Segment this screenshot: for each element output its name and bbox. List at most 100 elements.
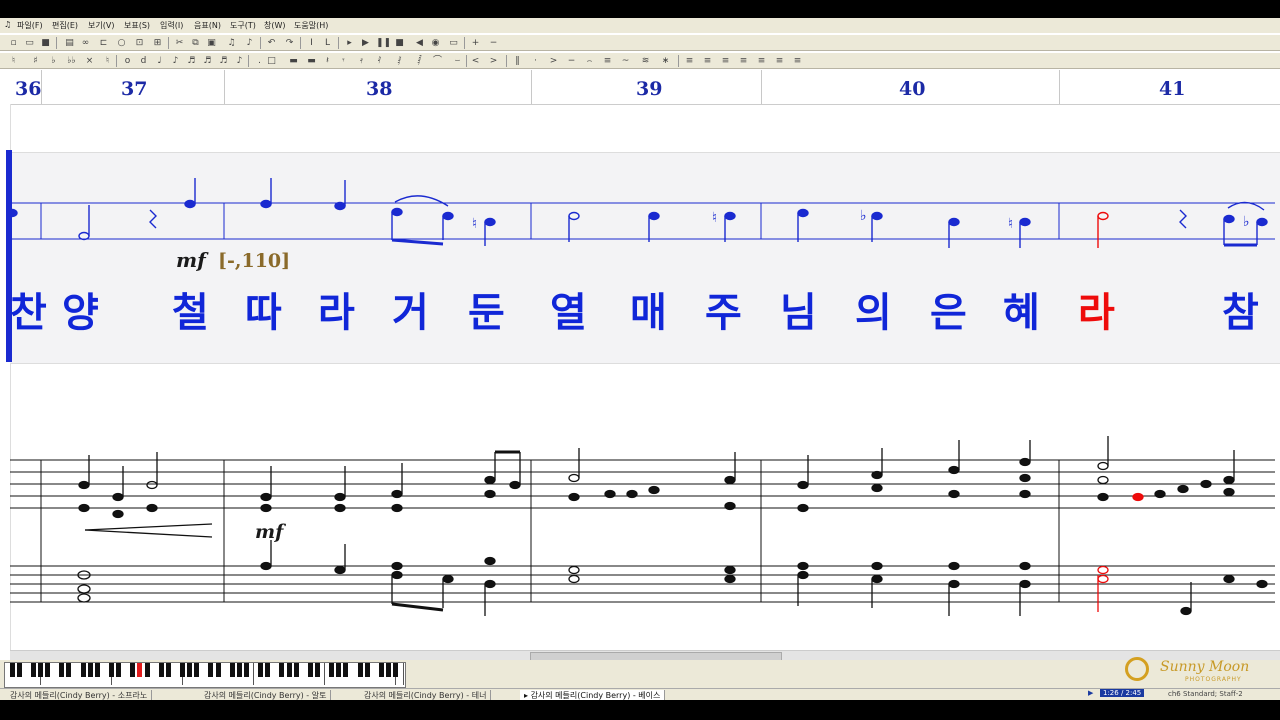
lyric-syllable[interactable]: 참	[1222, 280, 1259, 338]
piano-keyboard[interactable]	[4, 662, 406, 688]
piano-black-key[interactable]	[16, 663, 22, 677]
lyric-syllable[interactable]: 혜	[1003, 280, 1040, 338]
piano-black-key[interactable]	[158, 663, 164, 677]
piano-black-key[interactable]	[94, 663, 100, 677]
tab-bass-label: 감사의 메들리(Cindy Berry) - 베이스	[530, 691, 661, 700]
lyric-syllable[interactable]: 라	[318, 280, 355, 338]
piano-black-key[interactable]	[279, 663, 285, 677]
piano-black-key[interactable]	[357, 663, 363, 677]
dynamic-mark[interactable]: mf	[255, 521, 283, 543]
lyric-syllable[interactable]: 의	[855, 280, 892, 338]
vocal-note	[334, 201, 346, 211]
piano-black-key-active[interactable]	[137, 663, 143, 677]
watermark-logo: Sunny Moon PHOTOGRAPHY	[1125, 655, 1275, 687]
letterbox-bottom	[0, 700, 1280, 720]
piano-black-key[interactable]	[343, 663, 349, 677]
tab-soprano[interactable]: 감사의 메들리(Cindy Berry) - 소프라노	[6, 690, 153, 700]
lyric-syllable[interactable]: 주	[705, 280, 742, 338]
piano-black-key[interactable]	[194, 663, 200, 677]
dynamic-mark[interactable]: mf	[176, 248, 206, 272]
piano-black-key[interactable]	[165, 663, 171, 677]
vocal-note	[184, 199, 196, 209]
vocal-note	[1019, 217, 1031, 227]
vocal-rest	[149, 209, 157, 229]
piano-barlines	[40, 460, 1060, 602]
logo-subtitle: PHOTOGRAPHY	[1185, 676, 1242, 683]
vocal-note	[724, 211, 736, 221]
tempo-mark[interactable]: [-,110]	[218, 250, 290, 272]
tab-alto[interactable]: 감사의 메들리(Cindy Berry) - 알토	[200, 690, 332, 700]
piano-black-key[interactable]	[393, 663, 398, 677]
piano-black-key[interactable]	[116, 663, 122, 677]
piano-black-key[interactable]	[187, 663, 193, 677]
piano-black-key[interactable]	[130, 663, 136, 677]
vocal-staff	[10, 202, 1275, 240]
vocal-current-note	[1097, 211, 1109, 248]
natural-sign: ♮	[472, 216, 477, 232]
vocal-note	[260, 199, 272, 209]
lyric-syllable[interactable]: 찬	[10, 280, 47, 338]
piano-black-key[interactable]	[66, 663, 72, 677]
piano-black-key[interactable]	[144, 663, 150, 677]
tab-tenor[interactable]: 감사의 메들리(Cindy Berry) - 테너	[360, 690, 492, 700]
piano-black-key[interactable]	[87, 663, 93, 677]
piano-lower-staff	[10, 565, 1275, 603]
lyric-syllable-current[interactable]: 라	[1078, 280, 1115, 338]
piano-black-key[interactable]	[59, 663, 65, 677]
piano-black-key[interactable]	[45, 663, 51, 677]
lyric-syllable[interactable]: 둔	[468, 280, 505, 338]
vocal-rest	[1179, 209, 1187, 229]
lyric-syllable[interactable]: 철	[172, 280, 209, 338]
lyric-syllable[interactable]: 매	[630, 280, 667, 338]
play-position-icon: ▶	[1088, 689, 1094, 697]
piano-black-key[interactable]	[243, 663, 249, 677]
piano-black-key[interactable]	[258, 663, 264, 677]
vocal-note	[797, 208, 809, 218]
piano-black-key[interactable]	[385, 663, 391, 677]
vocal-note	[1256, 217, 1268, 227]
vocal-note	[1223, 214, 1235, 224]
piano-black-key[interactable]	[329, 663, 335, 677]
score-editor-window: ♫ 파일(F) 편집(E) 보기(V) 보표(S) 입력(I) 음표(N) 도구…	[0, 0, 1280, 720]
piano-black-key[interactable]	[364, 663, 370, 677]
piano-black-key[interactable]	[336, 663, 342, 677]
piano-black-key[interactable]	[265, 663, 271, 677]
vocal-note	[391, 207, 403, 217]
lyric-syllable[interactable]: 거	[392, 280, 429, 338]
vocal-note	[871, 211, 883, 221]
natural-sign: ♮	[712, 210, 717, 226]
piano-black-key[interactable]	[229, 663, 235, 677]
piano-black-key[interactable]	[30, 663, 36, 677]
vocal-note	[568, 211, 580, 221]
piano-black-key[interactable]	[80, 663, 86, 677]
piano-black-key[interactable]	[378, 663, 384, 677]
lyric-syllable[interactable]: 열	[550, 280, 587, 338]
piano-black-key[interactable]	[208, 663, 214, 677]
piano-black-key[interactable]	[180, 663, 185, 677]
natural-sign: ♮	[1008, 216, 1013, 232]
piano-black-key[interactable]	[307, 663, 313, 677]
piano-black-key[interactable]	[314, 663, 320, 677]
piano-black-key[interactable]	[109, 663, 114, 677]
piano-black-key[interactable]	[286, 663, 292, 677]
lyric-syllable[interactable]: 님	[780, 280, 817, 338]
playback-time: 1:26 / 2:45	[1100, 689, 1145, 697]
tab-bass[interactable]: ▸ 감사의 메들리(Cindy Berry) - 베이스	[520, 690, 666, 700]
vocal-note	[78, 231, 90, 241]
piano-upper-staff	[10, 459, 1275, 509]
status-bar: ▶ 1:26 / 2:45 ch6 Standard; Staff-2	[1080, 688, 1280, 700]
staff-info: ch6 Standard; Staff-2	[1168, 690, 1243, 698]
vocal-note	[648, 211, 660, 221]
vocal-note	[948, 217, 960, 227]
lyric-syllable[interactable]: 따	[245, 280, 282, 338]
piano-black-key[interactable]	[215, 663, 221, 677]
vocal-note	[442, 211, 454, 221]
piano-current-notes	[1097, 492, 1144, 612]
sun-logo-icon	[1125, 657, 1149, 681]
lyric-syllable[interactable]: 양	[62, 280, 99, 338]
lyric-syllable[interactable]: 은	[930, 280, 967, 338]
piano-black-key[interactable]	[236, 663, 242, 677]
piano-black-key[interactable]	[293, 663, 299, 677]
piano-black-key[interactable]	[9, 663, 15, 677]
piano-black-key[interactable]	[38, 663, 43, 677]
